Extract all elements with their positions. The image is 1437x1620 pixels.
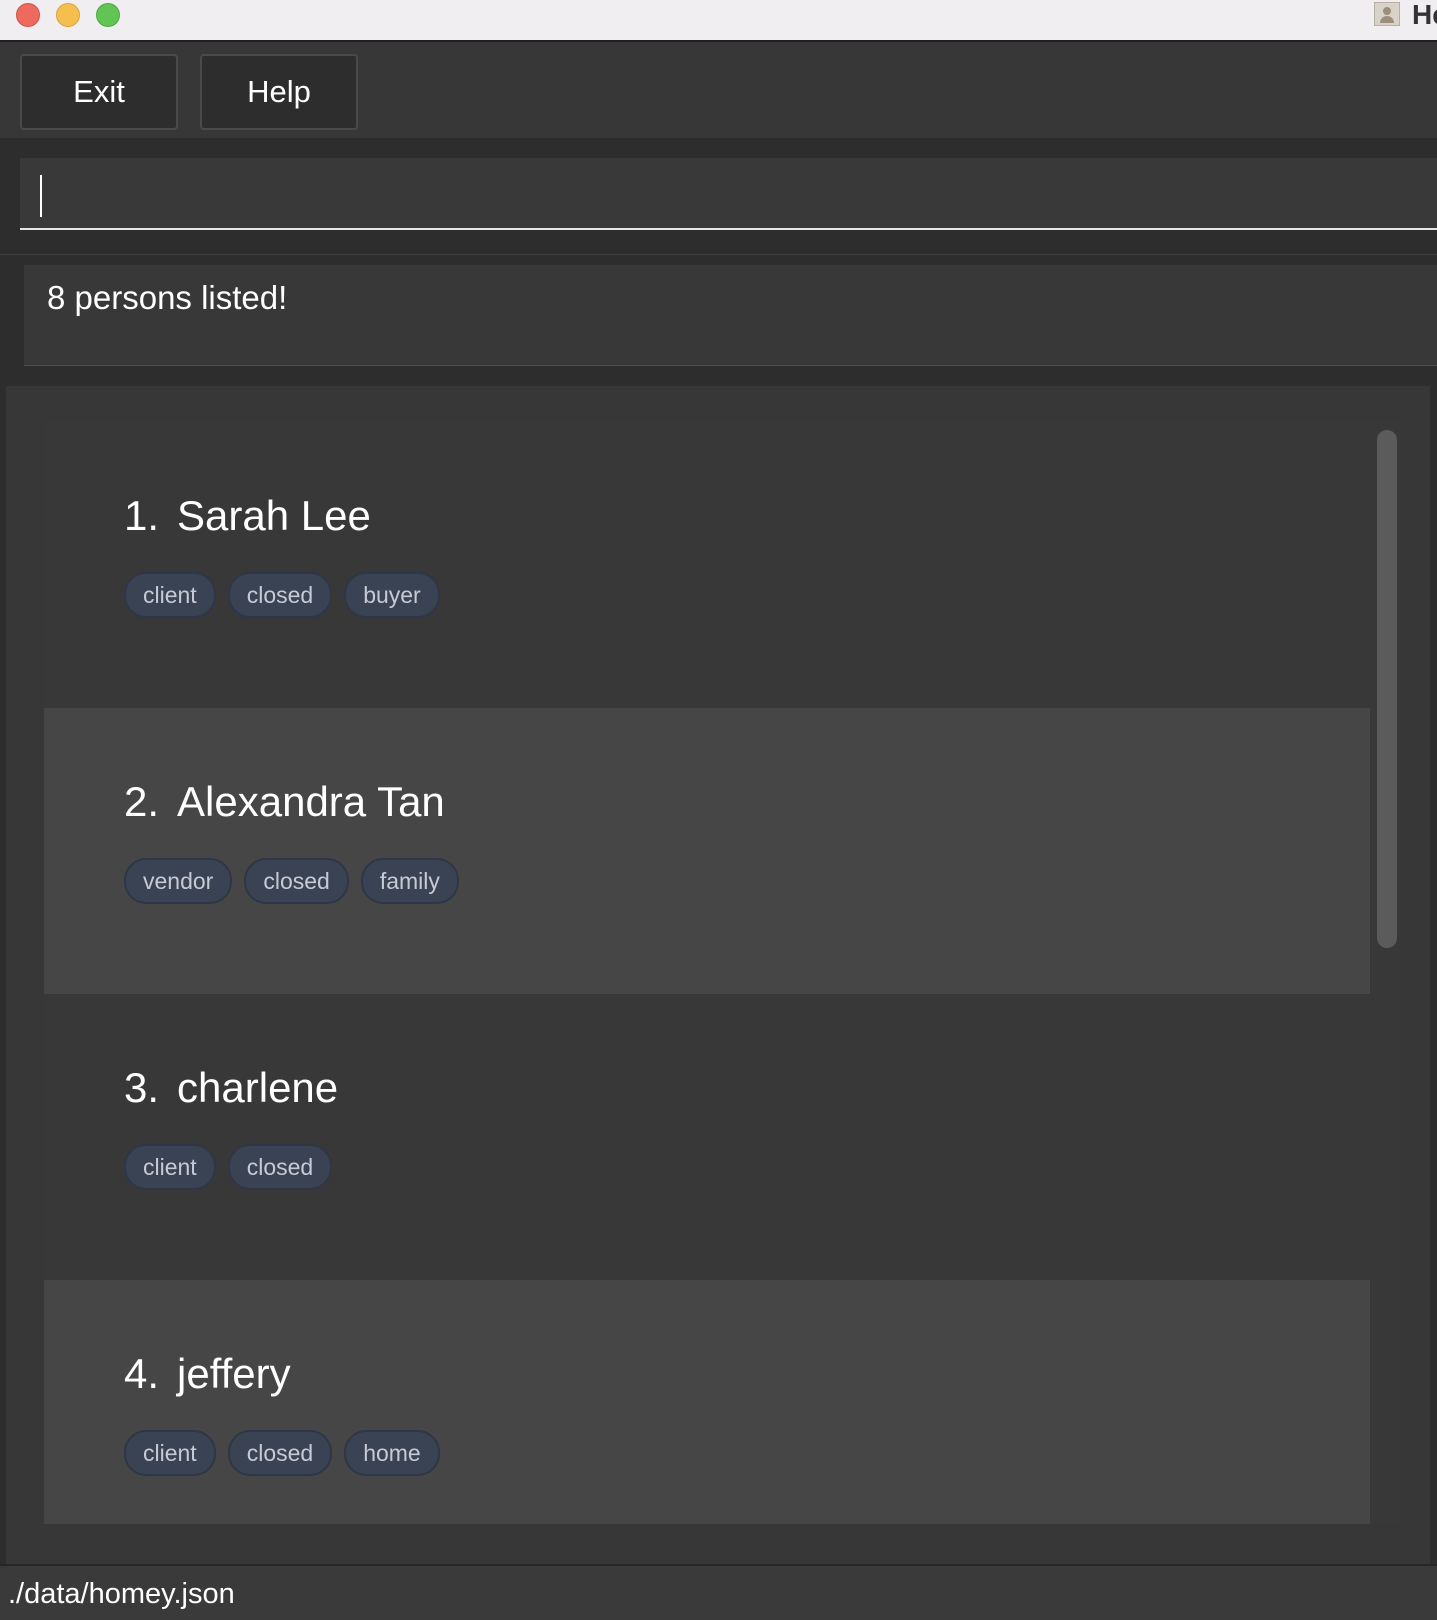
person-name: Sarah Lee xyxy=(177,492,371,539)
scrollbar-thumb[interactable] xyxy=(1377,430,1397,948)
tag: closed xyxy=(227,1144,333,1190)
command-input[interactable] xyxy=(20,158,1437,230)
status-bar: ./data/homey.json xyxy=(0,1564,1437,1620)
save-file-path: ./data/homey.json xyxy=(8,1578,235,1610)
result-message: 8 persons listed! xyxy=(47,279,288,316)
tag: buyer xyxy=(344,572,440,618)
tag: home xyxy=(344,1430,440,1476)
person-card[interactable]: 3. charlene client closed xyxy=(44,994,1370,1280)
tag: client xyxy=(124,572,216,618)
person-list-panel: 1. Sarah Lee client closed buyer 2. Alexan… xyxy=(6,386,1430,1564)
person-title: 4. jeffery xyxy=(124,1350,291,1398)
person-card[interactable]: 2. Alexandra Tan vendor closed family xyxy=(44,708,1370,994)
tag-list: vendor closed family xyxy=(124,858,459,904)
tag: family xyxy=(360,858,459,904)
exit-button[interactable]: Exit xyxy=(20,54,178,130)
title-bar: He xyxy=(0,0,1437,42)
tag: closed xyxy=(244,858,349,904)
tag-list: client closed xyxy=(124,1144,333,1190)
tag: client xyxy=(124,1144,216,1190)
tag-list: client closed buyer xyxy=(124,572,440,618)
person-index: 3. xyxy=(124,1064,160,1111)
tag: closed xyxy=(227,1430,333,1476)
close-window-icon[interactable] xyxy=(16,3,40,27)
person-index: 2. xyxy=(124,778,160,825)
app-window: He Exit Help 8 persons listed! 1. Sarah L… xyxy=(0,0,1437,1620)
person-list[interactable]: 1. Sarah Lee client closed buyer 2. Alexan… xyxy=(44,422,1400,1524)
maximize-window-icon[interactable] xyxy=(96,3,120,27)
tag: client xyxy=(124,1430,216,1476)
help-button[interactable]: Help xyxy=(200,54,358,130)
person-name: charlene xyxy=(177,1064,339,1111)
person-title: 1. Sarah Lee xyxy=(124,492,371,540)
tag: vendor xyxy=(124,858,233,904)
minimize-window-icon[interactable] xyxy=(56,3,80,27)
person-list-area: 1. Sarah Lee client closed buyer 2. Alexan… xyxy=(0,386,1437,1564)
command-area xyxy=(0,138,1437,254)
person-index: 1. xyxy=(124,492,160,539)
tag: closed xyxy=(227,572,333,618)
person-title: 3. charlene xyxy=(124,1064,338,1112)
result-display: 8 persons listed! xyxy=(24,265,1437,366)
text-cursor xyxy=(40,175,42,217)
result-area: 8 persons listed! xyxy=(0,254,1437,371)
person-name: jeffery xyxy=(177,1350,291,1397)
contacts-icon xyxy=(1374,2,1400,26)
person-index: 4. xyxy=(124,1350,160,1397)
menu-bar: Exit Help xyxy=(0,42,1437,138)
person-name: Alexandra Tan xyxy=(177,778,445,825)
window-title: He xyxy=(1412,0,1437,30)
person-card[interactable]: 1. Sarah Lee client closed buyer xyxy=(44,422,1370,708)
person-title: 2. Alexandra Tan xyxy=(124,778,445,826)
tag-list: client closed home xyxy=(124,1430,440,1476)
person-card[interactable]: 4. jeffery client closed home xyxy=(44,1280,1370,1524)
